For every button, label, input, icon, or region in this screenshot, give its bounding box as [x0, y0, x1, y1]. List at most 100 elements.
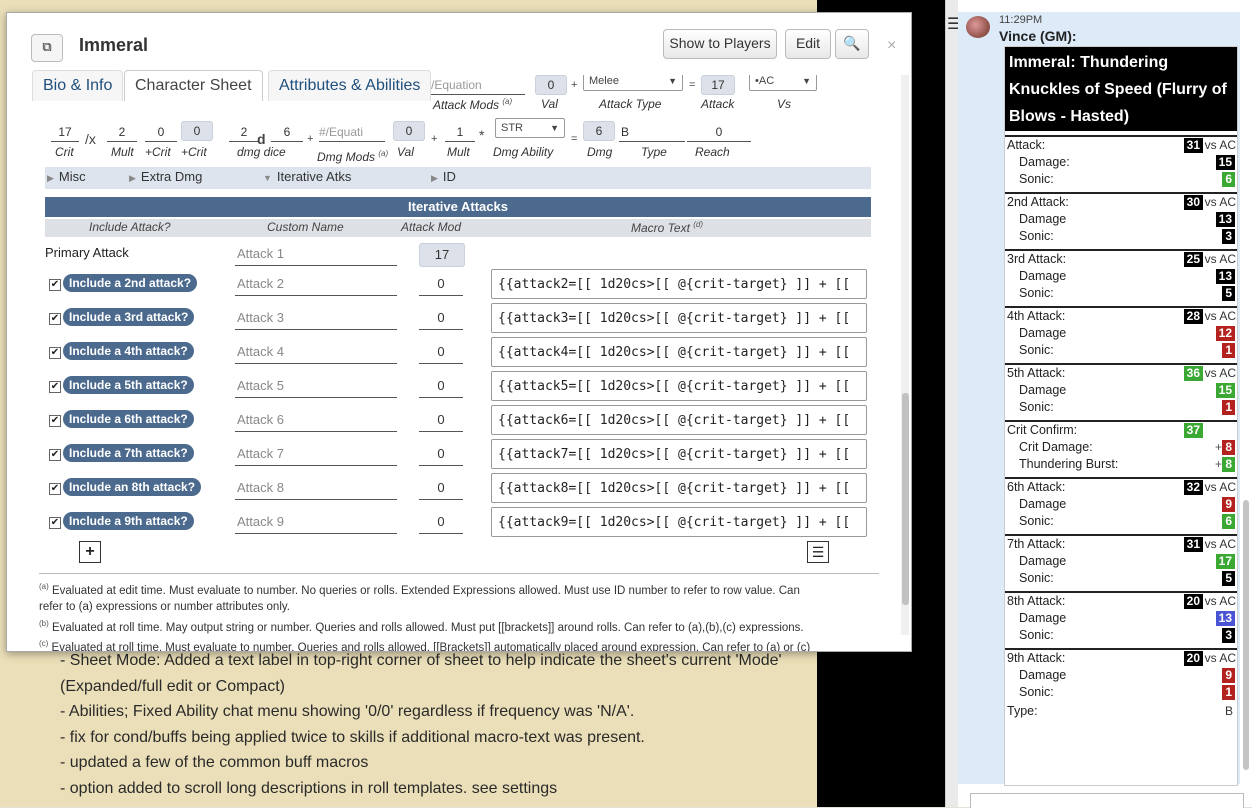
- plus-crit-field[interactable]: 0: [145, 123, 177, 142]
- tab-bio-info[interactable]: Bio & Info: [32, 70, 124, 101]
- tab-attributes-abilities[interactable]: Attributes & Abilities: [268, 70, 432, 101]
- dice-sides-field[interactable]: 6: [271, 123, 303, 142]
- roll-value[interactable]: 1: [1222, 343, 1235, 358]
- attack-mod-input[interactable]: 0: [419, 511, 463, 534]
- attack-mod-input[interactable]: 0: [419, 375, 463, 398]
- attack-name-input[interactable]: Attack 5: [235, 375, 397, 398]
- attack-mod-input[interactable]: 0: [419, 443, 463, 466]
- add-row-button[interactable]: +: [79, 541, 101, 563]
- include-checkbox[interactable]: ✔: [49, 483, 61, 495]
- attack-name-input[interactable]: Attack 2: [235, 273, 397, 296]
- roll-value[interactable]: 31: [1183, 138, 1203, 153]
- roll-value[interactable]: 25: [1183, 252, 1203, 267]
- search-button[interactable]: 🔍: [835, 29, 869, 59]
- roll-value[interactable]: 9: [1222, 497, 1235, 512]
- roll-value[interactable]: 31: [1183, 537, 1203, 552]
- macro-text-input[interactable]: {{attack7=[[ 1d20cs>[[ @{crit-target} ]]…: [491, 439, 867, 469]
- include-checkbox[interactable]: ✔: [49, 347, 61, 359]
- attack-name-input[interactable]: Attack 7: [235, 443, 397, 466]
- dmg-mult-field[interactable]: 1: [445, 123, 475, 142]
- roll-value[interactable]: 37: [1183, 423, 1203, 438]
- roll-value[interactable]: 17: [1215, 554, 1235, 569]
- reach-field[interactable]: 0: [687, 123, 751, 142]
- attack-name-input[interactable]: Attack 8: [235, 477, 397, 500]
- include-checkbox[interactable]: ✔: [49, 415, 61, 427]
- attack-name-input[interactable]: Attack 1: [235, 243, 397, 266]
- include-checkbox[interactable]: ✔: [49, 381, 61, 393]
- equation-input[interactable]: /Equation: [431, 76, 525, 95]
- show-to-players-button[interactable]: Show to Players: [663, 29, 777, 59]
- roll-line: Crit Damage: +8: [1005, 439, 1237, 456]
- vs-select[interactable]: •AC ▼: [749, 75, 817, 91]
- macro-text-input[interactable]: {{attack3=[[ 1d20cs>[[ @{crit-target} ]]…: [491, 303, 867, 333]
- footnote-marker: (c): [39, 639, 49, 649]
- roll-value[interactable]: 9: [1222, 668, 1235, 683]
- chat-divider[interactable]: [945, 0, 958, 807]
- mult-field[interactable]: 2: [107, 123, 137, 142]
- attack-name-input[interactable]: Attack 4: [235, 341, 397, 364]
- macro-text-input[interactable]: {{attack5=[[ 1d20cs>[[ @{crit-target} ]]…: [491, 371, 867, 401]
- dmg-dice-field[interactable]: 2: [229, 123, 259, 142]
- reorder-list-button[interactable]: ☰: [807, 541, 829, 563]
- roll-line: 3rd Attack: 25 vs AC: [1005, 251, 1237, 268]
- roll-value[interactable]: 28: [1183, 309, 1203, 324]
- chat-scrollbar-thumb[interactable]: [1243, 500, 1249, 770]
- roll-value[interactable]: 13: [1215, 611, 1235, 626]
- macro-text-input[interactable]: {{attack2=[[ 1d20cs>[[ @{crit-target} ]]…: [491, 269, 867, 299]
- roll-value[interactable]: 6: [1222, 172, 1235, 187]
- toggle-id[interactable]: ▶ ID: [431, 169, 456, 184]
- attack-mod-input[interactable]: 0: [419, 273, 463, 296]
- dmg-mods-input[interactable]: #/Equati: [319, 123, 385, 142]
- dmg-ability-select[interactable]: STR ▼: [495, 118, 565, 138]
- roll-value[interactable]: 5: [1222, 286, 1235, 301]
- macro-text-input[interactable]: {{attack8=[[ 1d20cs>[[ @{crit-target} ]]…: [491, 473, 867, 503]
- tab-character-sheet[interactable]: Character Sheet: [124, 70, 263, 101]
- roll-value[interactable]: 36: [1183, 366, 1203, 381]
- roll-value[interactable]: 8: [1222, 440, 1235, 455]
- attack-mod-input[interactable]: 0: [419, 307, 463, 330]
- attack-mod-input[interactable]: 0: [419, 409, 463, 432]
- toggle-extra-dmg[interactable]: ▶ Extra Dmg: [129, 169, 202, 184]
- attack-name-input[interactable]: Attack 6: [235, 409, 397, 432]
- toggle-misc[interactable]: ▶ Misc: [47, 169, 86, 184]
- include-checkbox[interactable]: ✔: [49, 279, 61, 291]
- roll-value[interactable]: 12: [1215, 326, 1235, 341]
- toggle-iterative-atks[interactable]: ▼ Iterative Atks: [263, 169, 351, 184]
- attack-type-select[interactable]: Melee ▼: [583, 75, 683, 91]
- roll-value[interactable]: 3: [1222, 229, 1235, 244]
- attack-name-input[interactable]: Attack 3: [235, 307, 397, 330]
- roll-value[interactable]: 15: [1215, 155, 1235, 170]
- roll-line: Damage 13: [1005, 268, 1237, 285]
- roll-value[interactable]: 3: [1222, 628, 1235, 643]
- roll-value[interactable]: 20: [1183, 651, 1203, 666]
- roll-value[interactable]: 6: [1222, 514, 1235, 529]
- edit-button[interactable]: Edit: [785, 29, 831, 59]
- sheet-scrollbar-thumb[interactable]: [902, 393, 909, 605]
- popout-button[interactable]: ⧉: [31, 34, 63, 62]
- roll-value[interactable]: 13: [1215, 212, 1235, 227]
- attack-mod-input[interactable]: 0: [419, 477, 463, 500]
- roll-value[interactable]: 5: [1222, 571, 1235, 586]
- include-checkbox[interactable]: ✔: [49, 449, 61, 461]
- include-checkbox[interactable]: ✔: [49, 517, 61, 529]
- dmg-type-field[interactable]: B: [619, 123, 685, 142]
- roll-value[interactable]: 20: [1183, 594, 1203, 609]
- roll-value[interactable]: 1: [1222, 685, 1235, 700]
- roll-line: Damage 17: [1005, 553, 1237, 570]
- chat-input[interactable]: [970, 793, 1244, 808]
- crit-field[interactable]: 17: [51, 123, 79, 142]
- roll-value[interactable]: 32: [1183, 480, 1203, 495]
- roll-value[interactable]: 1: [1222, 400, 1235, 415]
- include-checkbox[interactable]: ✔: [49, 313, 61, 325]
- macro-text-input[interactable]: {{attack6=[[ 1d20cs>[[ @{crit-target} ]]…: [491, 405, 867, 435]
- roll-value[interactable]: 15: [1215, 383, 1235, 398]
- macro-text-input[interactable]: {{attack9=[[ 1d20cs>[[ @{crit-target} ]]…: [491, 507, 867, 537]
- roll-value[interactable]: 30: [1183, 195, 1203, 210]
- col-macro-text: Macro Text (d): [631, 220, 703, 235]
- roll-value[interactable]: 8: [1222, 457, 1235, 472]
- roll-value[interactable]: 13: [1215, 269, 1235, 284]
- attack-mod-input[interactable]: 0: [419, 341, 463, 364]
- close-icon[interactable]: ×: [887, 37, 896, 55]
- attack-name-input[interactable]: Attack 9: [235, 511, 397, 534]
- macro-text-input[interactable]: {{attack4=[[ 1d20cs>[[ @{crit-target} ]]…: [491, 337, 867, 367]
